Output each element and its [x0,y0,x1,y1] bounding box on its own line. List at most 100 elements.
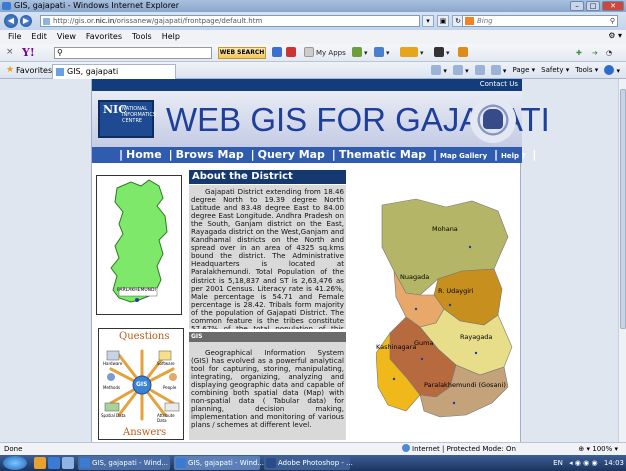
minimize-button[interactable]: – [570,1,584,11]
start-button[interactable] [3,456,27,470]
label-mohana: Mohana [432,225,458,233]
nav-thematic-map[interactable]: Thematic Map [339,148,426,161]
taskbar: GIS, gajapati - Wind... GIS, gajapati - … [0,455,626,471]
toolbar-green-icon[interactable]: ✚ [576,47,582,59]
contact-bar: Contact Us [92,79,522,91]
maximize-button[interactable]: □ [586,1,600,11]
qa-center: GIS [136,381,148,388]
favorites-star-icon[interactable]: ★ [6,65,14,75]
favorites-bar: ★ Favorites GIS, gajapati ▾ ▾ ▾ Page ▾ S… [0,62,626,79]
feeds-icon[interactable]: ▾ [452,65,469,77]
yahoo-logo[interactable]: Y! [22,46,35,59]
window-title-bar: GIS, gajapati - Windows Internet Explore… [0,0,626,12]
ie-quicklaunch-icon[interactable] [48,457,60,469]
mail-icon[interactable] [474,65,485,77]
label-rayagada: Rayagada [460,333,493,341]
task-gis-1[interactable]: GIS, gajapati - Wind... [78,456,170,470]
zoom-level[interactable]: ⊕ ▾ 100% ▾ [578,443,618,455]
state-emblem-icon [470,97,516,143]
clock[interactable]: 14:03 [604,459,624,467]
menu-view[interactable]: View [57,30,76,44]
bing-icon [465,17,474,25]
scrollbar-thumb[interactable] [620,89,626,329]
qa-spatial-data: Spatial Data [101,413,126,418]
nav-map-gallery[interactable]: Map Gallery [440,152,487,160]
site-page: Contact Us NIC NATIONAL INFORMATICS CENT… [91,79,550,442]
qa-answers: Answers [123,427,167,438]
page-icon [43,18,50,25]
tray-icons[interactable]: ◂ ◉ ◉ ◉ [569,459,598,467]
menu-favorites[interactable]: Favorites [86,30,122,44]
nav-help[interactable]: Help ? [501,152,526,160]
search-icon: ⚲ [57,48,63,57]
mail-icon[interactable] [286,47,298,59]
search-input[interactable]: Bing ⚲ [462,15,618,27]
label-r-udaygiri: R. Udaygiri [438,287,474,295]
gis-text: Geographical Information System (GIS) ha… [189,342,346,440]
district-outline-map[interactable]: PARLAKHEMUNDI [96,175,182,315]
security-zone[interactable]: Internet | Protected Mode: On [402,443,516,455]
menu-help[interactable]: Help [162,30,180,44]
nav-query-map[interactable]: Query Map [258,148,325,161]
home-icon[interactable]: ▾ [431,65,447,77]
favorites-button[interactable]: Favorites [16,65,52,76]
toolbar-tool-1[interactable]: ▾ [352,47,368,59]
nav-brows-map[interactable]: Brows Map [176,148,244,161]
contact-us-link[interactable]: Contact Us [480,80,518,88]
page-icon [56,68,64,76]
web-search-button[interactable]: WEB SEARCH [218,47,266,59]
gis-qa-graphic: Questions Answers GIS Hardware Software … [98,328,184,440]
toolbar-options-icon[interactable]: ⚙ ▾ [608,31,622,40]
language-indicator[interactable]: EN [553,459,563,467]
menu-file[interactable]: File [8,30,21,44]
nic-logo: NIC NATIONAL INFORMATICS CENTRE [98,100,156,138]
qa-software: Software [157,361,175,366]
help-icon[interactable]: ▾ [604,65,620,77]
qa-attribute-data: Attribute Data [157,413,175,423]
search-icon[interactable]: ⚲ [610,16,615,26]
vertical-scrollbar[interactable] [618,79,626,442]
nav-home[interactable]: Home [126,148,162,161]
back-button[interactable]: ◀ [4,14,18,28]
explorer-icon[interactable] [34,457,46,469]
status-bar: Done Internet | Protected Mode: On ⊕ ▾ 1… [0,442,626,455]
label-paralakhemundi: Paralakhemundi (Gosani) [424,381,506,389]
toolbar-tool-4[interactable]: ▾ [434,47,450,59]
toolbar-help-icon[interactable]: ◔ [606,47,612,59]
compat-view-icon[interactable]: ▣ [437,15,449,27]
qa-questions: Questions [119,331,170,342]
label-nuagada: Nuagada [400,273,430,281]
tools-menu[interactable]: Tools ▾ [575,65,598,77]
yahoo-toolbar: × Y! ⚲ WEB SEARCH My Apps ▾ ▾ ▾ ▾ ✚ ➔ ◔ [0,44,626,62]
close-button[interactable]: ✕ [602,1,624,11]
menu-edit[interactable]: Edit [31,30,47,44]
ie-icon [2,2,11,10]
safety-menu[interactable]: Safety ▾ [541,65,569,77]
about-heading: About the District [189,170,346,184]
web-content: Contact Us NIC NATIONAL INFORMATICS CENT… [0,79,618,442]
task-gis-2[interactable]: GIS, gajapati - Wind... [174,456,264,470]
toolbar-tool-2[interactable]: ▾ [374,47,390,59]
toolbar-arrow-icon[interactable]: ➔ [592,47,598,59]
block-map[interactable]: Mohana Nuagada R. Udaygiri Rayagada Guma… [375,197,522,422]
label-guma: Guma [414,339,434,347]
gis-heading: GIS [189,332,346,342]
label-kashinagara: Kashinagara [376,343,417,351]
menu-tools[interactable]: Tools [132,30,152,44]
status-text: Done [4,445,23,453]
address-bar[interactable]: http://gis.or.nic.in/orissanew/gajapati/… [40,15,420,27]
forward-button[interactable]: ▶ [20,15,32,27]
qa-people: People [163,385,177,390]
print-icon[interactable]: ▾ [490,65,506,77]
yahoo-search-input[interactable]: ⚲ [54,47,212,59]
tab-gis-gajapati[interactable]: GIS, gajapati [52,64,176,79]
close-toolbar-icon[interactable]: × [6,47,14,57]
task-photoshop[interactable]: Adobe Photoshop - ... [264,456,353,470]
my-apps-button[interactable]: My Apps [304,47,346,59]
toolbar-tool-3[interactable]: ▾ [400,47,424,59]
desktop-icon[interactable] [62,457,74,469]
dropdown-icon[interactable]: ▾ [422,15,434,27]
toolbar-tool-5[interactable] [458,47,470,59]
bookmark-icon[interactable] [272,47,284,59]
page-menu[interactable]: Page ▾ [512,65,535,77]
